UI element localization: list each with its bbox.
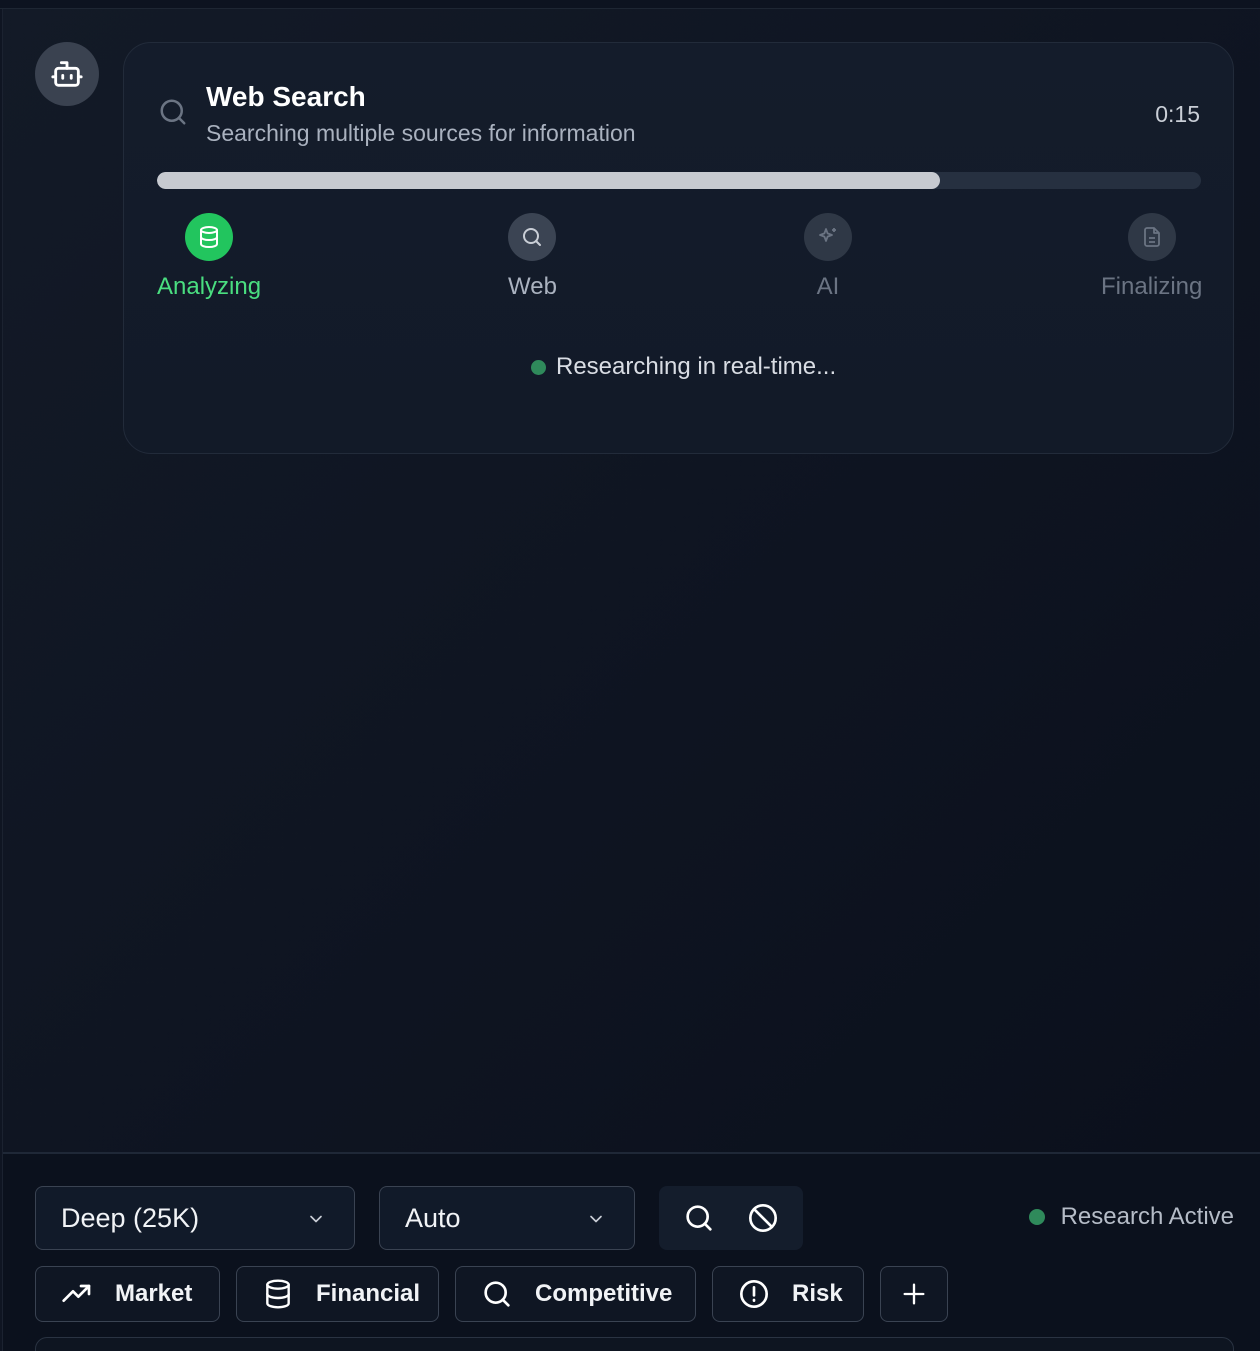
- step-analyzing: Analyzing: [157, 213, 261, 301]
- alert-circle-icon: [738, 1278, 770, 1310]
- depth-select-value: Deep (25K): [61, 1202, 200, 1233]
- search-icon: [686, 1205, 712, 1231]
- progress-bar: [157, 172, 1201, 189]
- progress-bar-fill: [157, 172, 940, 189]
- step-ai: AI: [804, 213, 852, 301]
- chip-label: Market: [115, 1280, 193, 1307]
- card-subtitle: Searching multiple sources for informati…: [206, 120, 636, 146]
- competitive-chip-button[interactable]: Competitive: [455, 1266, 696, 1322]
- tool-button-group: [659, 1186, 803, 1250]
- step-label: AI: [816, 273, 840, 300]
- step-label: Analyzing: [157, 273, 262, 300]
- search-icon: [481, 1278, 513, 1310]
- live-status: Researching in real-time...: [531, 353, 836, 381]
- top-border: [0, 0, 1260, 9]
- mode-select[interactable]: Auto: [379, 1186, 635, 1250]
- research-progress-card: Web Search Searching multiple sources fo…: [123, 42, 1234, 454]
- elapsed-timer: 0:15: [1155, 101, 1200, 127]
- document-icon: [1127, 213, 1176, 261]
- chip-label: Risk: [792, 1280, 843, 1307]
- research-status: Research Active: [1028, 1203, 1234, 1231]
- step-web: Web: [508, 213, 557, 301]
- left-border: [0, 9, 3, 1351]
- depth-select[interactable]: Deep (25K): [35, 1186, 355, 1250]
- research-status-label: Research Active: [1060, 1203, 1234, 1230]
- plus-icon: [898, 1278, 930, 1310]
- chevron-down-icon: [590, 1215, 602, 1223]
- ban-icon: [749, 1204, 777, 1232]
- sparkles-icon: [804, 213, 852, 261]
- status-dot: [1028, 1209, 1045, 1225]
- search-icon: [158, 97, 188, 132]
- financial-chip-button[interactable]: Financial: [236, 1266, 439, 1322]
- search-toggle-button[interactable]: [667, 1186, 731, 1250]
- database-icon: [262, 1278, 294, 1310]
- market-chip-button[interactable]: Market: [35, 1266, 220, 1322]
- step-finalizing: Finalizing: [1101, 213, 1202, 301]
- add-chip-button[interactable]: [880, 1266, 948, 1322]
- trending-up-icon: [61, 1278, 93, 1310]
- live-status-text: Researching in real-time...: [556, 353, 837, 380]
- step-label: Finalizing: [1101, 273, 1203, 300]
- card-title: Web Search: [206, 81, 366, 112]
- search-icon: [508, 213, 557, 261]
- chip-label: Competitive: [535, 1280, 673, 1307]
- database-icon: [185, 213, 234, 261]
- mode-select-value: Auto: [405, 1202, 461, 1233]
- live-indicator-dot: [531, 359, 546, 375]
- chevron-down-icon: [310, 1215, 322, 1223]
- message-input[interactable]: [35, 1337, 1234, 1351]
- step-label: Web: [508, 273, 557, 300]
- block-button[interactable]: [731, 1186, 795, 1250]
- chip-label: Financial: [316, 1280, 421, 1307]
- bot-icon: [51, 61, 83, 87]
- risk-chip-button[interactable]: Risk: [712, 1266, 864, 1322]
- assistant-avatar: [35, 42, 99, 106]
